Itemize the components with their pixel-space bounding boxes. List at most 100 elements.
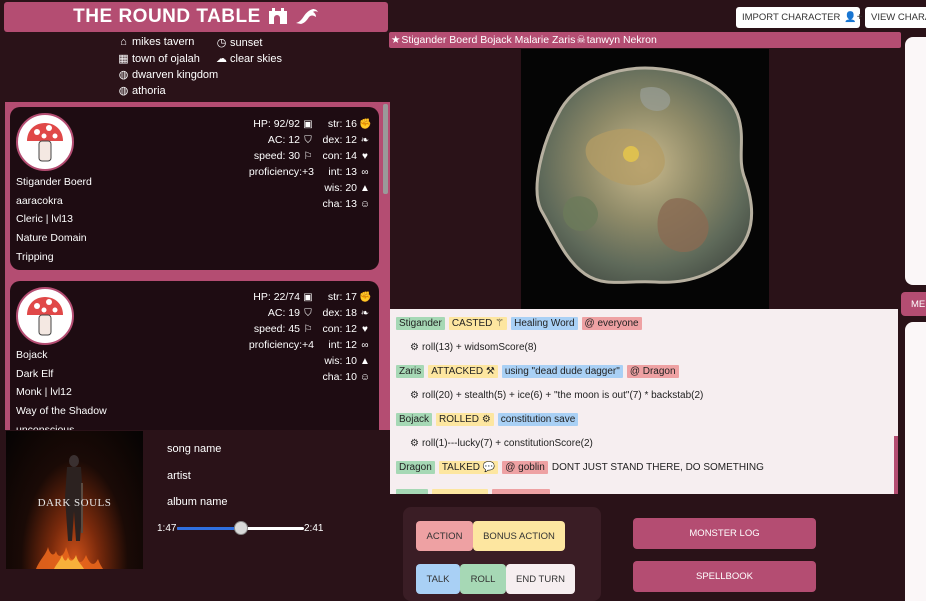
music-player: DARK SOULS song name artist album name 1… [5,430,390,570]
log-actor: Bojack [396,413,433,426]
ac-stat: AC: 12 ⛉ [249,132,314,148]
shield-icon: ⛉ [304,135,312,146]
d20-icon: ⚙ [410,438,419,449]
con-stat: con: 12 ♥ [323,321,371,337]
user-plus-icon: 👤+ [844,12,863,23]
dragon-icon [295,5,319,30]
mushroom-icon [27,297,63,336]
character-card[interactable]: Bojack Dark Elf Monk | lvl12 Way of the … [10,281,379,430]
heartbeat-icon: ♥ [362,324,368,335]
character-race: Dark Elf [16,367,54,380]
view-characters-button[interactable]: VIEW CHARA [865,7,926,28]
character-subclass: Nature Domain [16,232,87,245]
avatar [16,287,74,345]
event-log[interactable]: Stigander CASTED ⚚ Healing Word @ everyo… [390,309,898,494]
world-map[interactable] [521,49,769,309]
speed-stat: speed: 45 ⚐ [249,321,314,337]
town-name: town of ojalah [132,52,200,65]
seek-thumb[interactable] [233,521,248,535]
hat-wizard-icon: ▲ [360,183,370,194]
talk-button[interactable]: TALK [416,564,460,594]
fist-icon: ✊ [359,292,372,303]
right-tab[interactable]: ME [901,292,926,316]
log-entry-partial [396,489,554,494]
song-name: song name [167,443,222,455]
character-name: Stigander Boerd [16,176,92,188]
weather: ☁ clear skies [215,52,282,66]
mushroom-icon [27,123,63,162]
castle-gate-icon [267,5,289,30]
location-world: ◍ athoria [117,84,166,98]
log-target: Healing Word [511,317,578,330]
dead-members-text: tanwyn Nekron [586,34,657,46]
medkit-icon: ▣ [303,119,313,130]
bonus-action-button[interactable]: BONUS ACTION [473,521,565,551]
location-tavern: ⌂ mikes tavern [117,36,194,48]
time-total: 2:41 [304,523,324,534]
location-town: ▦ town of ojalah [117,52,200,66]
hp-stat: HP: 92/92 ▣ [249,116,314,132]
log-verb: ATTACKED ⚒ [428,365,498,378]
seek-progress [177,527,241,530]
map-image [535,66,754,284]
party-scrollbar[interactable] [383,104,388,194]
int-stat: int: 13 ∞ [323,164,371,180]
log-actor: Dragon [396,461,435,474]
monster-log-button[interactable]: MONSTER LOG [633,518,816,549]
cloud-icon: ☁ [216,53,227,65]
wis-stat: wis: 10 ▲ [323,353,371,369]
time-label: sunset [230,36,263,49]
character-status: unconscious [16,423,75,430]
log-scrollbar[interactable] [894,436,898,494]
action-button[interactable]: ACTION [416,521,473,551]
glasses-icon: ∞ [361,167,369,178]
bonfire-flames [36,547,103,569]
log-roll: ⚙ roll(13) + widsomScore(8) [410,342,537,353]
character-race: aaracokra [16,194,63,207]
proficiency-stat: proficiency:+4 [248,339,314,351]
str-stat: str: 16 ✊ [323,116,372,132]
log-verb: TALKED 💬 [438,461,499,474]
log-mention: @ everyone [581,317,642,330]
log-verb: ROLLED ⚙ [436,413,494,426]
running-icon: ⚐ [303,151,313,162]
map-icon: ▦ [118,53,129,65]
time-of-day: ◷ sunset [215,36,263,50]
log-entry: Dragon TALKED 💬 @ goblin DONT JUST STAND… [396,461,764,474]
character-class: Monk | lvl12 [16,386,72,399]
roll-button[interactable]: ROLL [460,564,506,594]
time-current: 1:47 [157,523,177,534]
hammer-icon: ⚒ [485,366,495,377]
log-entry: Bojack ROLLED ⚙ constitution save [396,413,582,426]
character-class: Cleric | lvl13 [16,213,73,226]
character-vitals: HP: 22/74 ▣ AC: 19 ⛉ speed: 45 ⚐ proficienc… [249,289,314,353]
album-name: album name [167,496,228,508]
hat-wizard-icon: ▲ [360,356,370,367]
proficiency-stat: proficiency:+3 [248,166,314,178]
avatar [16,113,74,171]
end-turn-button[interactable]: END TURN [506,564,575,594]
character-info: Bojack Dark Elf Monk | lvl12 Way of the … [16,346,107,430]
log-mention: @ goblin [502,461,548,474]
artist-name: artist [167,470,191,482]
app-title-bar: THE ROUND TABLE [4,2,388,32]
right-side-panel-lower [905,322,926,601]
log-target: using "dead dude dagger" [501,365,623,378]
d20-icon: ⚙ [410,390,419,401]
import-character-button[interactable]: IMPORT CHARACTER 👤+ [736,7,863,28]
log-mention: @ Dragon [626,365,679,378]
speech-icon: 💬 [482,462,496,473]
party-panel[interactable]: Stigander Boerd aaracokra Cleric | lvl13… [5,102,390,430]
party-members-text: Stigander Boerd Bojack Malarie Zaris [401,34,576,46]
kingdom-name: dwarven kingdom [132,68,219,81]
log-entry: Stigander CASTED ⚚ Healing Word @ everyo… [396,317,646,330]
tavern-name: mikes tavern [132,36,195,48]
spellbook-button[interactable]: SPELLBOOK [633,561,816,592]
log-actor: Zaris [396,365,425,378]
character-subclass: Way of the Shadow [16,405,107,418]
location-info: ⌂ mikes tavern ▦ town of ojalah ◍ dwarve… [117,36,317,102]
running-icon: ⚐ [303,324,313,335]
character-card[interactable]: Stigander Boerd aaracokra Cleric | lvl13… [10,107,379,270]
skull-icon: ☠ [576,34,586,46]
masks-icon: ☺ [359,372,371,383]
